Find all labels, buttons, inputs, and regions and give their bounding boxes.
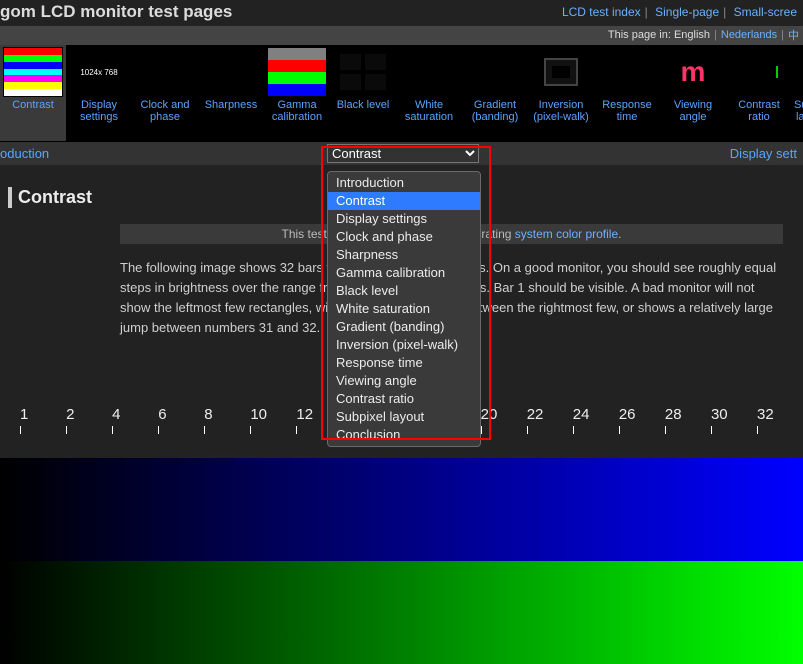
page-select-option[interactable]: Contrast — [328, 192, 480, 210]
thumb-display-settings[interactable]: 1024x 768 Display settings — [66, 45, 132, 141]
thumb-clock-icon — [135, 47, 195, 97]
page-select[interactable]: Contrast — [327, 144, 479, 163]
lang-bar: This page in: English| Nederlands| 中 — [0, 26, 803, 45]
thumb-label: Inversion (pixel-walk) — [528, 99, 594, 123]
thumb-grad-icon — [465, 47, 525, 97]
page-select-option[interactable]: Response time — [328, 354, 480, 372]
bar-blue — [0, 458, 803, 561]
thumb-label: Black level — [330, 99, 396, 111]
thumb-label: Gradient (banding) — [462, 99, 528, 123]
tick: 26 — [619, 406, 665, 423]
page-select-option[interactable]: Inversion (pixel-walk) — [328, 336, 480, 354]
thumb-resp-icon — [597, 47, 657, 97]
header-links: LCD test index| Single-page| Small-scree — [562, 5, 797, 19]
tick: 32 — [757, 406, 803, 423]
thumb-contrast-ratio[interactable]: 420 : 1 Contrast ratio — [726, 45, 792, 141]
thumb-label: White saturation — [396, 99, 462, 123]
thumb-response-time[interactable]: Response time — [594, 45, 660, 141]
thumb-label: Clock and phase — [132, 99, 198, 123]
thumb-white-icon — [399, 47, 459, 97]
thumb-viewing-angle[interactable]: m Viewing angle — [660, 45, 726, 141]
thumb-label: Sharpness — [198, 99, 264, 111]
next-link[interactable]: Display sett — [730, 146, 797, 161]
tick: 22 — [527, 406, 573, 423]
lang-zh[interactable]: 中 — [788, 27, 799, 43]
tick: 24 — [573, 406, 619, 423]
thumb-black-icon — [333, 47, 393, 97]
page-select-option[interactable]: White saturation — [328, 300, 480, 318]
thumb-sharp-icon — [201, 47, 261, 97]
lang-en: English — [674, 29, 710, 41]
thumb-label: Sub lay — [792, 99, 803, 123]
thumb-gradient[interactable]: Gradient (banding) — [462, 45, 528, 141]
thumb-subpixel[interactable]: Sub lay — [792, 45, 803, 141]
thumb-label: Viewing angle — [660, 99, 726, 123]
page-select-option[interactable]: Gradient (banding) — [328, 318, 480, 336]
lang-nl[interactable]: Nederlands — [721, 29, 777, 41]
tick: 20 — [481, 406, 527, 423]
thumb-gamma[interactable]: Gamma calibration — [264, 45, 330, 141]
thumb-inversion[interactable]: Inversion (pixel-walk) — [528, 45, 594, 141]
thumb-label: Response time — [594, 99, 660, 123]
page-select-option[interactable]: Gamma calibration — [328, 264, 480, 282]
subnav: oduction Display sett Contrast — [0, 141, 803, 165]
thumb-label: Contrast ratio — [726, 99, 792, 123]
tick: 10 — [250, 406, 296, 423]
link-lcd-test-index[interactable]: LCD test index — [562, 5, 641, 19]
page-select-option[interactable]: Contrast ratio — [328, 390, 480, 408]
page-select-option[interactable]: Introduction — [328, 174, 480, 192]
thumb-label: Display settings — [66, 99, 132, 123]
page-select-option[interactable]: Display settings — [328, 210, 480, 228]
thumb-contrast[interactable]: Contrast — [0, 45, 66, 141]
page-select-option[interactable]: Black level — [328, 282, 480, 300]
page-select-option[interactable]: Sharpness — [328, 246, 480, 264]
thumb-ratio-icon: 420 : 1 — [729, 47, 789, 97]
tick: 2 — [66, 406, 112, 423]
page-select-option[interactable]: Clock and phase — [328, 228, 480, 246]
page-select-option[interactable]: Subpixel layout — [328, 408, 480, 426]
thumb-label: Gamma calibration — [264, 99, 330, 123]
page-select-listbox[interactable]: IntroductionContrastDisplay settingsCloc… — [327, 171, 481, 447]
tick: 6 — [158, 406, 204, 423]
color-profile-link[interactable]: system color profile — [515, 227, 618, 241]
tick: 28 — [665, 406, 711, 423]
thumb-black-level[interactable]: Black level — [330, 45, 396, 141]
page-title: gom LCD monitor test pages — [0, 2, 232, 22]
thumb-white-saturation[interactable]: White saturation — [396, 45, 462, 141]
lang-label: This page in: — [608, 29, 671, 41]
tick: 1 — [20, 406, 66, 423]
thumb-clock-phase[interactable]: Clock and phase — [132, 45, 198, 141]
tick: 30 — [711, 406, 757, 423]
bar-green — [0, 561, 803, 664]
tick: 8 — [204, 406, 250, 423]
thumb-label: Contrast — [0, 99, 66, 111]
test-thumbnails: Contrast 1024x 768 Display settings Cloc… — [0, 45, 803, 141]
page-select-option[interactable]: Conclusion — [328, 426, 480, 444]
thumb-inv-icon — [531, 47, 591, 97]
tick: 4 — [112, 406, 158, 423]
link-single-page[interactable]: Single-page — [655, 5, 719, 19]
thumb-display-icon: 1024x 768 — [69, 47, 129, 97]
page-select-option[interactable]: Viewing angle — [328, 372, 480, 390]
thumb-gamma-icon — [267, 47, 327, 97]
page-header: gom LCD monitor test pages LCD test inde… — [0, 0, 803, 26]
thumb-view-icon: m — [663, 47, 723, 97]
prev-link[interactable]: oduction — [0, 146, 49, 161]
link-small-screen[interactable]: Small-scree — [734, 5, 797, 19]
thumb-sub-icon — [793, 47, 803, 97]
thumb-contrast-icon — [3, 47, 63, 97]
thumb-sharpness[interactable]: Sharpness — [198, 45, 264, 141]
contrast-bars: 12468101214161820222426283032 — [0, 430, 803, 664]
